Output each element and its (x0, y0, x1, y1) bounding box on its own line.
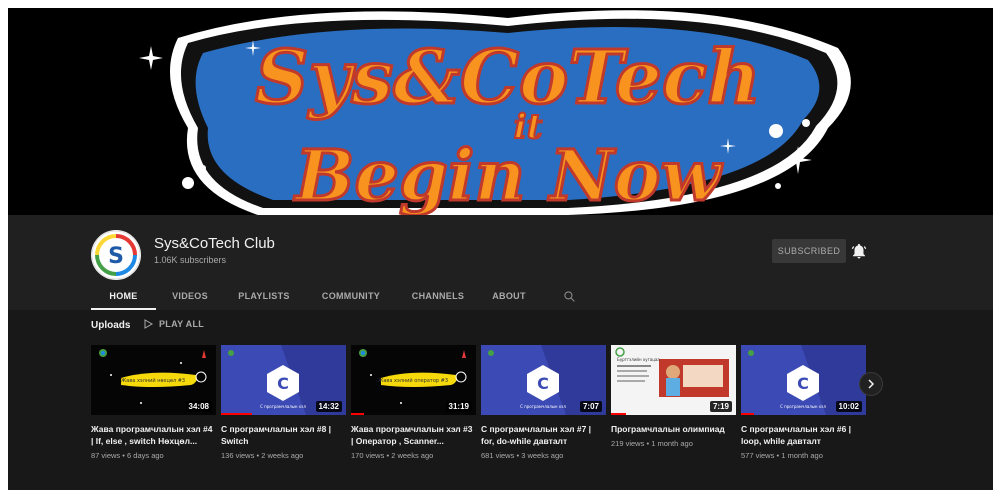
svg-text:Жава хэлний оператор #3: Жава хэлний оператор #3 (378, 377, 448, 384)
svg-text:S: S (108, 244, 124, 269)
video-title[interactable]: Жава програмчлалын хэл #4 | If, else , s… (91, 423, 216, 447)
banner-text-line1: Sys&CoTech (255, 35, 761, 121)
video-duration: 34:08 (185, 401, 212, 412)
tab-home[interactable]: HOME (91, 283, 156, 310)
video-thumbnail[interactable]: C С програмчлалын хэл 10:02 (741, 345, 866, 415)
video-duration: 10:02 (835, 401, 862, 412)
video-title[interactable]: C програмчлалын хэл #8 | Switch (221, 423, 346, 447)
tab-channels[interactable]: CHANNELS (398, 283, 478, 310)
channel-logo-icon: S (91, 230, 141, 280)
svg-text:Бүртгэлийн хугацаа: Бүртгэлийн хугацаа (617, 357, 660, 362)
video-meta: 87 views • 6 days ago (91, 451, 164, 460)
video-card[interactable]: C С програмчлалын хэл 14:32 C програмчла… (221, 345, 346, 460)
channel-tabs: HOME VIDEOS PLAYLISTS COMMUNITY CHANNELS… (91, 283, 584, 310)
video-card[interactable]: Жава хэлний нөхцөл #3 34:08 Жава програм… (91, 345, 216, 460)
watch-progress-bar (221, 413, 253, 415)
video-card[interactable]: C С програмчлалын хэл 7:07 C програмчлал… (481, 345, 606, 460)
shelf-next-button[interactable] (859, 372, 883, 396)
watch-progress-bar (741, 413, 754, 415)
play-icon (144, 319, 153, 329)
channel-page: Sys&CoTech it Begin Now S Sys&CoTech Clu… (8, 8, 993, 490)
subscriber-count: 1.06K subscribers (154, 255, 227, 265)
home-content: Uploads PLAY ALL Жава хэлний нөхцөл #3 3… (8, 310, 993, 490)
video-duration: 14:32 (315, 401, 342, 412)
notification-bell-icon[interactable] (850, 242, 868, 260)
channel-banner: Sys&CoTech it Begin Now (8, 8, 993, 215)
video-title[interactable]: C програмчлалын хэл #7 | for, do-while д… (481, 423, 606, 447)
video-meta: 577 views • 1 month ago (741, 451, 823, 460)
watch-progress-bar (351, 413, 364, 415)
svg-text:Жава хэлний нөхцөл #3: Жава хэлний нөхцөл #3 (121, 377, 185, 384)
tab-about[interactable]: ABOUT (478, 283, 540, 310)
video-title[interactable]: Жава програмчлалын хэл #3 | Оператор , S… (351, 423, 476, 447)
video-duration: 31:19 (445, 401, 472, 412)
video-meta: 681 views • 3 weeks ago (481, 451, 564, 460)
banner-text-line3: Begin Now (293, 134, 723, 215)
svg-text:С програмчлалын хэл: С програмчлалын хэл (260, 404, 306, 409)
tab-playlists[interactable]: PLAYLISTS (224, 283, 304, 310)
svg-text:C: C (797, 374, 809, 393)
svg-text:С програмчлалын хэл: С програмчлалын хэл (780, 404, 826, 409)
video-thumbnail[interactable]: C С програмчлалын хэл 7:07 (481, 345, 606, 415)
video-thumbnail[interactable]: Жава хэлний нөхцөл #3 34:08 (91, 345, 216, 415)
video-card[interactable]: Жава хэлний оператор #3 31:19 Жава прогр… (351, 345, 476, 460)
play-all-button[interactable]: PLAY ALL (144, 319, 204, 329)
video-meta: 170 views • 2 weeks ago (351, 451, 434, 460)
channel-header: S Sys&CoTech Club 1.06K subscribers SUBS… (8, 215, 993, 310)
video-duration: 7:19 (709, 401, 732, 412)
video-thumbnail[interactable]: C С програмчлалын хэл 14:32 (221, 345, 346, 415)
subscribe-button[interactable]: SUBSCRIBED (772, 239, 846, 263)
chevron-right-icon (868, 379, 875, 389)
video-duration: 7:07 (579, 401, 602, 412)
tab-community[interactable]: COMMUNITY (304, 283, 398, 310)
video-thumbnail[interactable]: Жава хэлний оператор #3 31:19 (351, 345, 476, 415)
play-all-label: PLAY ALL (159, 319, 205, 329)
channel-search-icon[interactable] (554, 283, 584, 310)
video-title[interactable]: C програмчлалын хэл #6 | loop, while дав… (741, 423, 866, 447)
tab-videos[interactable]: VIDEOS (156, 283, 224, 310)
channel-avatar[interactable]: S (91, 230, 141, 280)
video-meta: 219 views • 1 month ago (611, 439, 693, 448)
video-card[interactable]: Бүртгэлийн хугацаа 7:19 Програмчлалын ол… (611, 345, 736, 448)
video-thumbnail[interactable]: Бүртгэлийн хугацаа 7:19 (611, 345, 736, 415)
video-card[interactable]: C С програмчлалын хэл 10:02 C програмчла… (741, 345, 866, 460)
watch-progress-bar (611, 413, 626, 415)
channel-name: Sys&CoTech Club (154, 235, 275, 252)
svg-text:C: C (537, 374, 549, 393)
banner-art: Sys&CoTech it Begin Now (139, 8, 851, 215)
video-meta: 136 views • 2 weeks ago (221, 451, 304, 460)
video-title[interactable]: Програмчлалын олимпиад (611, 423, 736, 435)
svg-text:С програмчлалын хэл: С програмчлалын хэл (520, 404, 566, 409)
svg-text:C: C (277, 374, 289, 393)
shelf-title[interactable]: Uploads (91, 320, 130, 331)
